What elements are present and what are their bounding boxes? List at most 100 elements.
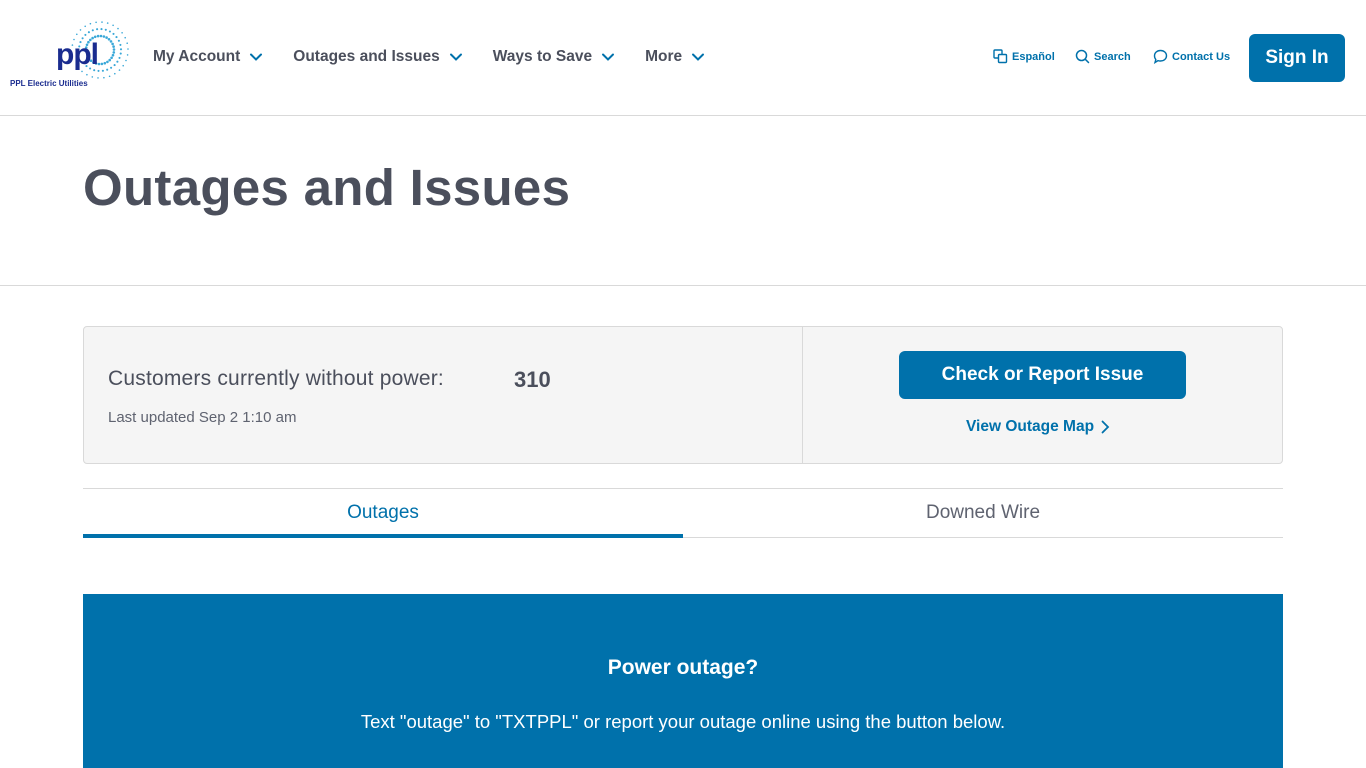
- chevron-down-icon: [449, 53, 462, 61]
- logo-spark-dot: [103, 61, 107, 65]
- logo-spark-dot: [76, 33, 78, 36]
- logo-spark-dot: [108, 58, 111, 62]
- logo-spark-dot: [110, 66, 113, 69]
- last-updated-text: Last updated Sep 2 1:10 am: [108, 409, 297, 426]
- logo-spark-dot: [96, 34, 100, 38]
- logo-spark-dot: [87, 31, 90, 34]
- logo-spark-dot: [102, 35, 106, 38]
- logo-spark-dot: [119, 48, 123, 51]
- logo-spark-dot: [97, 62, 101, 66]
- chevron-right-icon: [1101, 420, 1110, 434]
- logo-spark-dot: [111, 42, 114, 46]
- nav-ways-to-save-label: Ways to Save: [492, 48, 593, 65]
- logo-spark-dot: [126, 42, 128, 44]
- main-nav: My Account Outages and Issues Ways to Sa…: [153, 44, 735, 70]
- logo-spark-dot: [100, 62, 104, 66]
- logo-spark-dot: [112, 32, 115, 35]
- logo-spark-dot: [103, 76, 105, 79]
- nav-outages-and-issues[interactable]: Outages and Issues: [293, 44, 462, 70]
- logo-spark-dot: [117, 39, 120, 42]
- logo-spark-dot: [116, 60, 119, 63]
- logo-spark-dot: [84, 25, 86, 28]
- nav-ways-to-save[interactable]: Ways to Save: [493, 44, 615, 70]
- logo-spark-dot: [110, 56, 113, 60]
- logo-spark-dot: [86, 73, 88, 76]
- logo-spark-dot: [119, 52, 122, 55]
- logo-spark-dot: [118, 56, 121, 59]
- customers-without-power-count: 310: [514, 367, 551, 392]
- logo-spark-dot: [112, 51, 116, 54]
- search-icon: [1075, 49, 1090, 64]
- language-link[interactable]: Español: [993, 49, 1055, 64]
- logo-wordmark: ppl: [56, 38, 99, 71]
- logo-spark-dot: [104, 28, 107, 31]
- contact-us-label: Contact Us: [1172, 50, 1231, 63]
- logo-spark-dot: [101, 21, 103, 23]
- outage-status-card: Customers currently without power: 310 L…: [83, 326, 1283, 464]
- logo-spark-dot: [127, 48, 129, 50]
- logo-spark-dot: [106, 60, 109, 64]
- logo-spark-dot: [100, 28, 103, 31]
- logo-spark-dot: [112, 24, 114, 27]
- nav-my-account-label: My Account: [153, 48, 241, 65]
- logo-spark-dot: [107, 38, 111, 41]
- logo-spark-dot: [91, 76, 94, 78]
- search-label: Search: [1094, 50, 1131, 63]
- chevron-down-icon: [250, 53, 263, 61]
- tab-downed-wire[interactable]: Downed Wire: [683, 489, 1283, 537]
- banner-text: Text "outage" to "TXTPPL" or report your…: [360, 711, 1006, 732]
- logo-spark-dot: [79, 29, 82, 31]
- logo-spark-dot: [89, 22, 92, 25]
- logo-spark-dot: [112, 45, 115, 48]
- logo-spark-dot: [114, 72, 116, 75]
- outage-count-panel: Customers currently without power: 310 L…: [84, 327, 803, 463]
- nav-outages-label: Outages and Issues: [293, 48, 440, 65]
- logo-spark-dot: [97, 77, 99, 79]
- chevron-down-icon: [692, 53, 705, 61]
- page-title: Outages and Issues: [83, 159, 571, 216]
- banner-title: Power outage?: [607, 656, 759, 679]
- contact-us-link[interactable]: Contact Us: [1153, 49, 1230, 64]
- logo-spark-dot: [99, 34, 103, 38]
- logo-spark-dot: [96, 28, 99, 31]
- logo-spark-dot: [122, 64, 124, 67]
- ppl-logo[interactable]: ppl PPL Electric Utilities: [8, 16, 134, 92]
- logo-spark-dot: [118, 69, 121, 71]
- logo-spark-dot: [91, 29, 94, 32]
- logo-spark-dot: [112, 48, 116, 51]
- title-divider: [0, 285, 1366, 286]
- logo-spark-dot: [106, 22, 109, 24]
- logo-spark-dot: [119, 43, 122, 46]
- logo-spark-dot: [95, 21, 97, 24]
- logo-spark-dot: [124, 36, 126, 39]
- tab-outages[interactable]: Outages: [83, 489, 683, 538]
- logo-spark-dot: [121, 32, 123, 34]
- logo-spark-dot: [113, 64, 116, 67]
- nav-more-label: More: [645, 48, 683, 65]
- logo-spark-dot: [125, 59, 127, 62]
- nav-my-account[interactable]: My Account: [153, 44, 263, 70]
- outage-tabs: Outages Downed Wire: [83, 488, 1283, 538]
- nav-more[interactable]: More: [645, 44, 705, 70]
- logo-spark-dot: [108, 30, 111, 33]
- logo-spark-dot: [105, 36, 108, 39]
- chevron-down-icon: [602, 53, 615, 61]
- site-header: ppl PPL Electric Utilities My Account Ou…: [0, 0, 1366, 116]
- chat-bubble-icon: [1153, 49, 1168, 64]
- power-outage-banner: Power outage? Text "outage" to "TXTPPL" …: [83, 594, 1283, 768]
- logo-spark-dot: [101, 69, 104, 72]
- logo-tagline: PPL Electric Utilities: [10, 79, 88, 88]
- search-link[interactable]: Search: [1075, 49, 1131, 64]
- logo-spark-dot: [106, 68, 109, 71]
- sign-in-button[interactable]: Sign In: [1249, 34, 1345, 82]
- customers-without-power-label: Customers currently without power:: [108, 367, 444, 390]
- view-outage-map-label: View Outage Map: [966, 418, 1095, 435]
- logo-spark-dot: [111, 53, 115, 57]
- language-label: Español: [1012, 50, 1055, 63]
- logo-spark-dot: [109, 40, 113, 43]
- translate-icon: [993, 49, 1008, 64]
- view-outage-map-link[interactable]: View Outage Map: [966, 418, 1110, 436]
- logo-spark-dot: [108, 75, 111, 78]
- check-or-report-issue-button[interactable]: Check or Report Issue: [899, 351, 1186, 399]
- logo-spark-dot: [115, 36, 118, 39]
